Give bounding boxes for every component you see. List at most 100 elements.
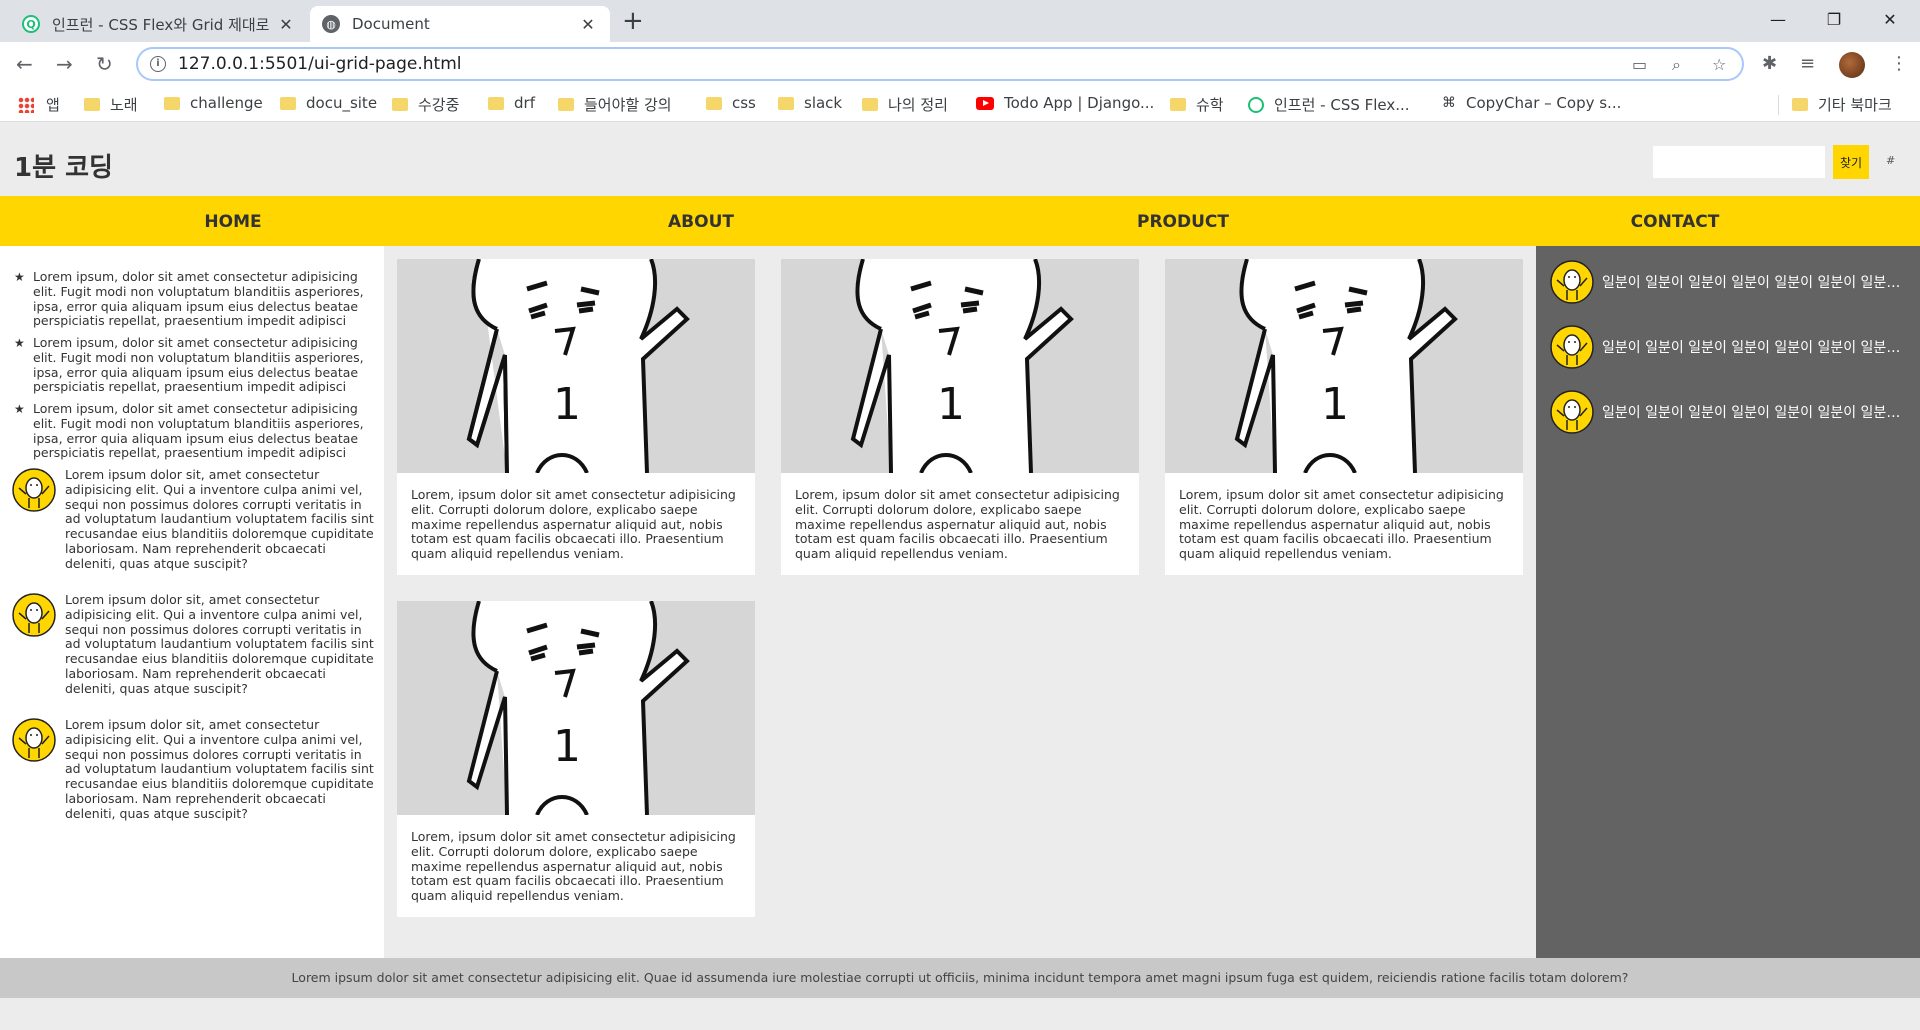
bookmark-label: 들어야할 강의 [584, 96, 672, 114]
tab-inflearn[interactable]: Q 인프런 - CSS Flex와 Grid 제대로 ✕ [10, 6, 308, 42]
nav-about[interactable]: ABOUT [668, 212, 734, 232]
reload-icon[interactable]: ↻ [96, 52, 113, 76]
bookmark-folder[interactable]: 수강중 [392, 94, 459, 115]
search-input[interactable] [1653, 146, 1825, 178]
card-image-label: 1 [553, 721, 581, 772]
card[interactable]: 1 Lorem, ipsum dolor sit amet consectetu… [397, 259, 755, 575]
back-icon[interactable]: ← [16, 52, 33, 76]
star-icon: ★ [14, 270, 25, 284]
bookmark-label: 노래 [110, 96, 138, 114]
folder-icon [778, 96, 794, 110]
new-tab-icon[interactable]: + [622, 8, 644, 34]
bookmark-other[interactable]: 기타 북마크 [1792, 94, 1892, 115]
bookmark-label: 나의 정리 [888, 96, 948, 114]
close-tab-icon[interactable]: ✕ [276, 15, 296, 34]
site-header: 1분 코딩 찾기 # [0, 127, 1920, 196]
bookmarks-bar: 앱 노래 challenge docu_site 수강중 drf 들어야할 강의… [0, 86, 1920, 122]
page-content: 1분 코딩 찾기 # HOME ABOUT PRODUCT CONTACT ★ … [0, 127, 1920, 1030]
tab-title: 인프런 - CSS Flex와 Grid 제대로 [52, 15, 270, 34]
right-sidebar: 일분이 일분이 일분이 일분이 일분이 일분이 일분이 일분이 일분이 일분이 … [1536, 246, 1920, 958]
character-avatar-icon [12, 593, 56, 637]
restore-icon[interactable]: ❐ [1806, 0, 1862, 38]
character-avatar-icon [12, 468, 56, 512]
bookmark-label: slack [804, 94, 843, 112]
bookmark-label: Todo App | Django... [1004, 94, 1155, 112]
bookmark-youtube[interactable]: Todo App | Django... [976, 94, 1154, 112]
character-illustration: 1 [466, 259, 690, 473]
card-image: 1 [781, 259, 1139, 473]
bookmark-folder[interactable]: 노래 [84, 94, 138, 115]
bookmark-copychar[interactable]: ⌘ CopyChar – Copy s... [1442, 94, 1621, 112]
media-item: Lorem ipsum dolor sit, amet consectetur … [12, 717, 374, 822]
bookmark-inflearn[interactable]: 인프런 - CSS Flex... [1248, 94, 1410, 115]
zoom-icon[interactable]: ⌕ [1672, 55, 1681, 75]
globe-favicon-icon: ◍ [322, 15, 340, 33]
bookmark-folder[interactable]: challenge [164, 94, 263, 112]
list-item[interactable]: 일분이 일분이 일분이 일분이 일분이 일분이 일분이 일분이 [1550, 390, 1910, 434]
media-item-text: Lorem ipsum dolor sit, amet consectetur … [65, 592, 374, 696]
list-item[interactable]: 일분이 일분이 일분이 일분이 일분이 일분이 일분이 일분이 [1550, 325, 1910, 369]
folder-icon [164, 96, 180, 110]
media-item: Lorem ipsum dolor sit, amet consectetur … [12, 592, 374, 697]
inflearn-favicon-icon: Q [22, 15, 40, 33]
site-footer: Lorem ipsum dolor sit amet consectetur a… [0, 958, 1920, 998]
tab-title: Document [352, 15, 430, 33]
folder-icon [392, 98, 408, 111]
minimize-icon[interactable]: — [1750, 0, 1806, 38]
window-close-icon[interactable]: ✕ [1862, 0, 1918, 38]
card-image-label: 1 [937, 379, 965, 430]
menu-kebab-icon[interactable]: ⋮ [1890, 53, 1908, 74]
folder-icon [1170, 98, 1186, 111]
site-logo[interactable]: 1분 코딩 [14, 147, 113, 184]
list-item: ★ Lorem ipsum, dolor sit amet consectetu… [14, 335, 364, 395]
list-item: ★ Lorem ipsum, dolor sit amet consectetu… [14, 401, 364, 461]
cast-icon[interactable]: ▭ [1632, 55, 1647, 74]
bookmark-folder[interactable]: 나의 정리 [862, 94, 948, 115]
profile-avatar[interactable] [1839, 52, 1865, 78]
character-illustration: 1 [1234, 259, 1458, 473]
bookmark-label: drf [514, 94, 535, 112]
card[interactable]: 1 Lorem, ipsum dolor sit amet consectetu… [781, 259, 1139, 575]
command-icon: ⌘ [1442, 95, 1456, 111]
bookmark-label: css [732, 94, 756, 112]
extensions-icon[interactable]: ✱ [1762, 53, 1777, 74]
media-item-text: Lorem ipsum dolor sit, amet consectetur … [65, 467, 374, 571]
list-item-text: 일분이 일분이 일분이 일분이 일분이 일분이 일분이 일분이 [1602, 275, 1908, 291]
card[interactable]: 1 Lorem, ipsum dolor sit amet consectetu… [1165, 259, 1523, 575]
footer-text: Lorem ipsum dolor sit amet consectetur a… [291, 970, 1629, 985]
bookmark-folder[interactable]: drf [488, 94, 535, 112]
character-avatar-icon [1550, 390, 1594, 434]
list-item[interactable]: 일분이 일분이 일분이 일분이 일분이 일분이 일분이 일분이 [1550, 260, 1910, 304]
bookmark-folder[interactable]: css [706, 94, 756, 112]
forward-icon[interactable]: → [56, 52, 73, 76]
card-text: Lorem, ipsum dolor sit amet consectetur … [411, 829, 736, 904]
character-avatar-icon [12, 718, 56, 762]
search-button[interactable]: 찾기 [1833, 145, 1869, 179]
nav-contact[interactable]: CONTACT [1631, 212, 1720, 232]
bookmark-label: 기타 북마크 [1818, 96, 1892, 114]
close-tab-icon[interactable]: ✕ [578, 15, 598, 34]
browser-toolbar: ← → ↻ i 127.0.0.1:5501/ui-grid-page.html… [0, 42, 1920, 86]
bookmark-label: challenge [190, 94, 263, 112]
card[interactable]: 1 Lorem, ipsum dolor sit amet consectetu… [397, 601, 755, 917]
card-text: Lorem, ipsum dolor sit amet consectetur … [1179, 487, 1504, 562]
hash-link[interactable]: # [1886, 154, 1895, 167]
bookmark-folder[interactable]: docu_site [280, 94, 377, 112]
media-control-icon[interactable]: ≡ [1800, 53, 1815, 74]
nav-product[interactable]: PRODUCT [1137, 212, 1229, 232]
card-image: 1 [397, 601, 755, 815]
bookmark-label: 앱 [46, 96, 60, 114]
tab-document[interactable]: ◍ Document ✕ [310, 6, 610, 42]
site-info-icon[interactable]: i [150, 56, 166, 72]
bookmark-label: CopyChar – Copy s... [1466, 94, 1622, 112]
bookmark-folder[interactable]: 들어야할 강의 [558, 94, 672, 115]
bookmark-star-icon[interactable]: ☆ [1712, 55, 1726, 74]
address-bar[interactable]: i 127.0.0.1:5501/ui-grid-page.html ▭ ⌕ ☆ [136, 47, 1744, 81]
folder-icon [280, 96, 296, 110]
bookmark-folder[interactable]: slack [778, 94, 842, 112]
bookmark-folder[interactable]: 슈학 [1170, 94, 1224, 115]
nav-home[interactable]: HOME [204, 212, 261, 232]
bookmark-apps[interactable]: 앱 [18, 94, 60, 115]
url-text: 127.0.0.1:5501/ui-grid-page.html [178, 54, 462, 74]
card-grid: 1 Lorem, ipsum dolor sit amet consectetu… [384, 246, 1536, 958]
